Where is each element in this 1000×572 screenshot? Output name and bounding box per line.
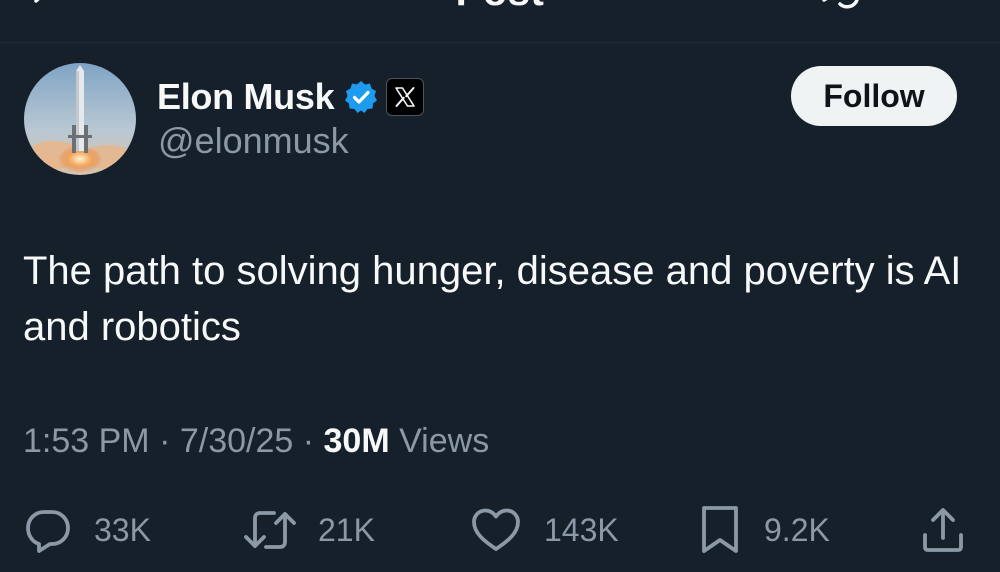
repost-button[interactable]: 21K bbox=[242, 500, 375, 560]
views-count: 30M bbox=[323, 422, 390, 460]
repost-count: 21K bbox=[318, 511, 375, 548]
x-affiliation-icon[interactable] bbox=[386, 78, 425, 116]
tweet-text: The path to solving hunger, disease and … bbox=[23, 249, 962, 349]
action-bar: 33K 21K 143K 9.2K bbox=[0, 500, 1000, 560]
reply-icon[interactable] bbox=[816, 0, 876, 20]
top-bar: Post bbox=[0, 0, 1000, 43]
author-handle[interactable]: @elonmusk bbox=[158, 120, 349, 162]
repost-icon bbox=[242, 506, 298, 554]
bookmark-count: 9.2K bbox=[764, 511, 830, 548]
tweet-meta: 1:53 PM · 7/30/25 · 30M Views bbox=[23, 422, 489, 461]
reply-icon bbox=[24, 506, 72, 554]
meta-separator: · bbox=[149, 422, 180, 460]
avatar[interactable] bbox=[24, 63, 136, 175]
bookmark-icon bbox=[698, 504, 742, 556]
share-icon bbox=[918, 505, 968, 555]
tweet-time[interactable]: 1:53 PM bbox=[23, 422, 150, 460]
bookmark-button[interactable]: 9.2K bbox=[698, 500, 830, 560]
author-name-row: Elon Musk bbox=[157, 74, 425, 120]
verified-badge-icon[interactable] bbox=[344, 80, 378, 114]
share-button[interactable] bbox=[918, 500, 968, 560]
like-button[interactable]: 143K bbox=[470, 500, 619, 560]
author-name[interactable]: Elon Musk bbox=[157, 76, 335, 118]
reply-count: 33K bbox=[94, 511, 151, 548]
follow-button[interactable]: Follow bbox=[791, 66, 957, 126]
tweet-date[interactable]: 7/30/25 bbox=[180, 422, 293, 460]
reply-button[interactable]: 33K bbox=[24, 500, 151, 560]
meta-separator: · bbox=[293, 422, 324, 460]
heart-icon bbox=[470, 506, 522, 554]
views-label: Views bbox=[399, 422, 490, 460]
like-count: 143K bbox=[544, 511, 619, 548]
